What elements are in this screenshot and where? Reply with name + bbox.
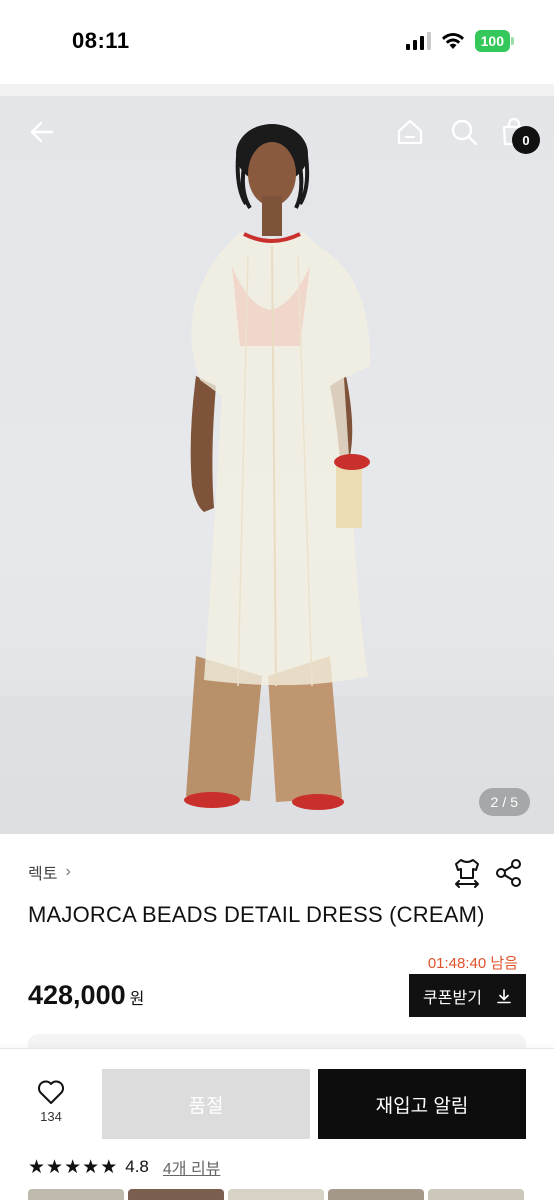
status-time: 08:11: [72, 28, 130, 53]
status-icons: 100: [405, 30, 515, 52]
sale-countdown: 01:48:40 남음: [427, 955, 518, 972]
star-icon: ★: [64, 1156, 82, 1178]
size-guide-icon: [455, 859, 479, 888]
search-button[interactable]: [446, 114, 482, 150]
page-current: 2: [490, 794, 499, 810]
review-thumbnail[interactable]: [128, 1189, 224, 1200]
battery-indicator: 100: [474, 30, 515, 52]
home-icon: [397, 119, 423, 145]
share-icon: [496, 859, 521, 887]
heart-icon: [38, 1080, 64, 1104]
product-title: MAJORCA BEADS DETAIL DRESS (CREAM): [28, 902, 485, 927]
back-arrow-icon: [30, 121, 54, 143]
header-divider: [0, 84, 554, 96]
price: 428,000 원: [28, 980, 144, 1011]
image-page-indicator: 2 / 5: [478, 788, 530, 816]
coupon-label: 쿠폰받기: [423, 989, 482, 1007]
back-button[interactable]: [24, 114, 60, 150]
soldout-button[interactable]: 품절: [102, 1069, 310, 1139]
chevron-right-icon: ›: [65, 863, 71, 880]
page-total: 5: [510, 794, 518, 810]
model-illustration: [0, 124, 554, 834]
star-icon: ★: [46, 1156, 64, 1178]
review-thumbnail[interactable]: [328, 1189, 424, 1200]
signal-icon: [405, 32, 431, 50]
bottom-action-bar: 134 품절 재입고 알림 ★ ★ ★ ★ ★ 4.8 4개 리뷰: [0, 1048, 554, 1200]
brand-link[interactable]: 렉토 ›: [28, 860, 71, 884]
review-thumbnail[interactable]: [428, 1189, 524, 1200]
star-icon: ★: [82, 1156, 100, 1178]
rating-row: ★ ★ ★ ★ ★ 4.8 4개 리뷰: [28, 1155, 220, 1179]
search-icon: [451, 119, 478, 146]
review-thumbnail[interactable]: [228, 1189, 324, 1200]
brand-name: 렉토: [28, 866, 58, 883]
price-unit: 원: [129, 991, 145, 1008]
price-value: 428,000: [28, 980, 126, 1010]
star-icon: ★: [100, 1156, 118, 1178]
review-thumbnails: [28, 1189, 524, 1200]
product-image[interactable]: 2 / 5: [0, 96, 554, 834]
review-link[interactable]: 4개 리뷰: [163, 1155, 221, 1179]
review-thumbnail[interactable]: [28, 1189, 124, 1200]
home-button[interactable]: [392, 114, 428, 150]
status-bar: 08:11 100: [0, 0, 554, 84]
like-button[interactable]: 134: [28, 1079, 74, 1133]
star-icon: ★: [28, 1156, 46, 1178]
rating-stars: ★ ★ ★ ★ ★: [28, 1158, 117, 1177]
download-icon: [497, 988, 511, 1003]
rating-value: 4.8: [125, 1157, 149, 1176]
restock-alert-button[interactable]: 재입고 알림: [318, 1069, 526, 1139]
like-count: 134: [40, 1109, 62, 1124]
page-separator: /: [502, 794, 507, 810]
share-button[interactable]: [494, 858, 524, 888]
coupon-button[interactable]: 쿠폰받기: [409, 974, 526, 1017]
size-guide-button[interactable]: [450, 856, 484, 890]
wifi-icon: [441, 32, 464, 49]
cart-count-badge: 0: [512, 126, 540, 154]
